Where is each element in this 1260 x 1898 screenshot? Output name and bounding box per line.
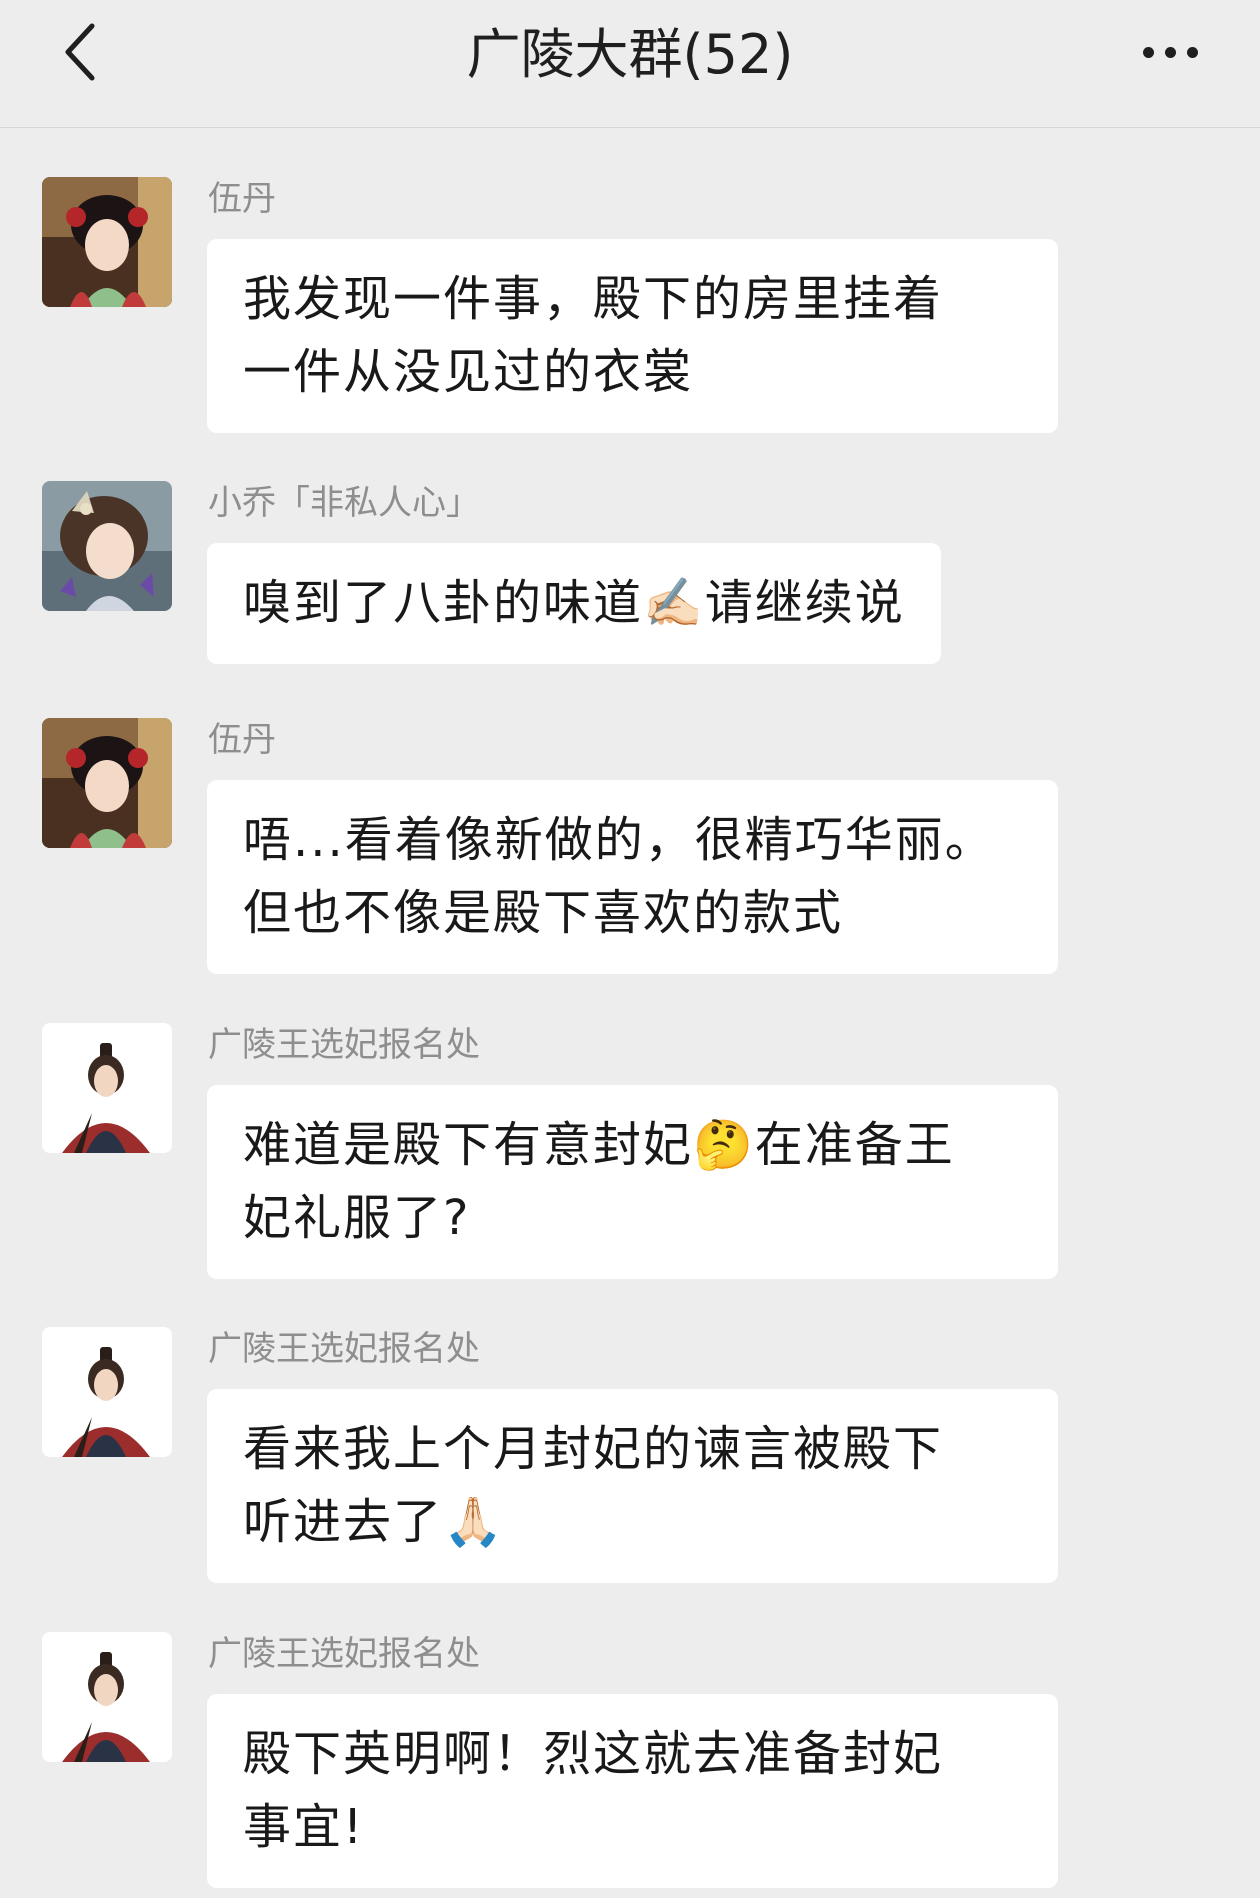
message-text-line: 妃礼服了? [243, 1190, 471, 1246]
avatar-lie-icon [42, 1632, 172, 1762]
avatar-wudan-icon [42, 718, 172, 848]
more-options-button[interactable] [1130, 22, 1210, 82]
message-bubble[interactable]: 殿下英明啊！烈这就去准备封妃 事宜! [207, 1694, 1058, 1888]
avatar[interactable] [42, 481, 172, 611]
message-bubble[interactable]: 看来我上个月封妃的谏言被殿下 听进去了🙏🏻 [207, 1389, 1058, 1583]
avatar[interactable] [42, 177, 172, 307]
message-bubble[interactable]: 难道是殿下有意封妃🤔在准备王 妃礼服了? [207, 1085, 1058, 1279]
message-text-line: 但也不像是殿下喜欢的款式 [243, 885, 844, 941]
message-text-line: 殿下英明啊！烈这就去准备封妃 [243, 1726, 944, 1782]
avatar[interactable] [42, 718, 172, 848]
avatar[interactable] [42, 1327, 172, 1457]
sender-name: 广陵王选妃报名处 [208, 1329, 480, 1369]
chat-title: 广陵大群(52) [466, 23, 794, 86]
avatar[interactable] [42, 1023, 172, 1153]
message-bubble[interactable]: 我发现一件事，殿下的房里挂着 一件从没见过的衣裳 [207, 239, 1058, 433]
sender-name: 伍丹 [208, 720, 276, 760]
message-text-line: 事宜! [243, 1799, 365, 1855]
avatar[interactable] [42, 1632, 172, 1762]
message-text-line: 看来我上个月封妃的谏言被殿下 [243, 1421, 944, 1477]
message-text-line: 难道是殿下有意封妃🤔在准备王 [243, 1117, 955, 1173]
avatar-xiaoqiao-icon [42, 481, 172, 611]
top-bar: 广陵大群(52) [0, 0, 1260, 128]
message-bubble[interactable]: 嗅到了八卦的味道✍🏻请继续说 [207, 543, 941, 664]
sender-name: 伍丹 [208, 179, 276, 219]
sender-name: 广陵王选妃报名处 [208, 1025, 480, 1065]
message-text-line: 一件从没见过的衣裳 [243, 344, 694, 400]
avatar-lie-icon [42, 1327, 172, 1457]
message-text-line: 嗅到了八卦的味道✍🏻请继续说 [243, 575, 905, 631]
more-dots-icon [1142, 46, 1154, 58]
message-text-line: 听进去了🙏🏻 [243, 1494, 505, 1550]
message-text-line: 唔...看着像新做的，很精巧华丽。 [243, 812, 995, 868]
sender-name: 小乔「非私人心」 [208, 483, 480, 523]
sender-name: 广陵王选妃报名处 [208, 1634, 480, 1674]
avatar-lie-icon [42, 1023, 172, 1153]
message-bubble[interactable]: 唔...看着像新做的，很精巧华丽。 但也不像是殿下喜欢的款式 [207, 780, 1058, 974]
avatar-wudan-icon [42, 177, 172, 307]
message-text-line: 我发现一件事，殿下的房里挂着 [243, 271, 944, 327]
